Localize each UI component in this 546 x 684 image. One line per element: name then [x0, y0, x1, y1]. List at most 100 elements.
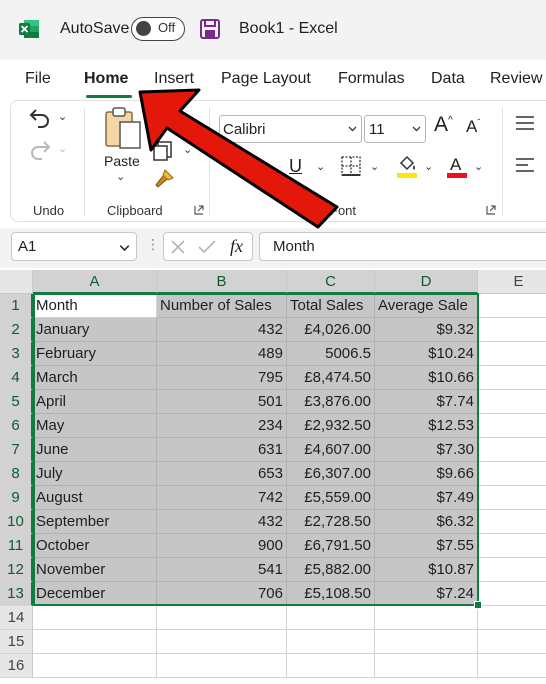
table-cell[interactable]: [157, 654, 287, 678]
tab-insert[interactable]: Insert: [154, 70, 194, 88]
copy-icon[interactable]: [153, 141, 173, 161]
format-painter-icon[interactable]: [153, 168, 175, 190]
redo-dropdown-chevron-icon[interactable]: ⌄: [58, 142, 67, 155]
table-cell[interactable]: [287, 654, 375, 678]
table-cell[interactable]: [478, 486, 546, 510]
name-box[interactable]: A1: [11, 232, 137, 261]
table-cell[interactable]: [478, 582, 546, 606]
tab-page-layout[interactable]: Page Layout: [221, 70, 311, 88]
table-cell[interactable]: [33, 606, 157, 630]
table-cell[interactable]: 501: [157, 390, 287, 414]
table-cell[interactable]: $7.55: [375, 534, 478, 558]
table-cell[interactable]: $9.32: [375, 318, 478, 342]
fill-handle[interactable]: [474, 601, 482, 609]
paste-label[interactable]: Paste: [104, 153, 140, 169]
row-header[interactable]: 11: [0, 534, 33, 558]
table-cell[interactable]: $10.24: [375, 342, 478, 366]
table-cell[interactable]: [478, 342, 546, 366]
table-cell[interactable]: 489: [157, 342, 287, 366]
italic-icon[interactable]: I: [257, 157, 262, 178]
row-header[interactable]: 10: [0, 510, 33, 534]
row-header[interactable]: 5: [0, 390, 33, 414]
insert-function-icon[interactable]: fx: [230, 236, 243, 257]
enter-check-icon[interactable]: [198, 239, 216, 255]
table-cell[interactable]: [478, 438, 546, 462]
table-cell[interactable]: [375, 654, 478, 678]
table-cell[interactable]: 5006.5: [287, 342, 375, 366]
tab-formulas[interactable]: Formulas: [338, 70, 405, 88]
table-cell[interactable]: [157, 606, 287, 630]
table-cell[interactable]: $7.49: [375, 486, 478, 510]
table-cell[interactable]: $7.74: [375, 390, 478, 414]
borders-icon[interactable]: [340, 155, 362, 177]
save-icon[interactable]: [199, 18, 221, 40]
table-cell[interactable]: [478, 414, 546, 438]
header-cell[interactable]: Average Sale: [375, 294, 478, 318]
table-cell[interactable]: [478, 390, 546, 414]
table-cell[interactable]: $12.53: [375, 414, 478, 438]
table-cell[interactable]: August: [33, 486, 157, 510]
table-cell[interactable]: £2,932.50: [287, 414, 375, 438]
align-top-icon[interactable]: [514, 114, 536, 132]
row-header[interactable]: 2: [0, 318, 33, 342]
table-cell[interactable]: £5,882.00: [287, 558, 375, 582]
table-cell[interactable]: [478, 630, 546, 654]
row-header[interactable]: 1: [0, 294, 33, 318]
row-header[interactable]: 13: [0, 582, 33, 606]
table-cell[interactable]: [478, 606, 546, 630]
tab-file[interactable]: File: [25, 70, 51, 88]
table-cell[interactable]: £6,791.50: [287, 534, 375, 558]
increase-font-size-icon[interactable]: A^: [434, 113, 453, 137]
formula-bar-grip-icon[interactable]: ⋮: [146, 236, 160, 253]
table-cell[interactable]: 631: [157, 438, 287, 462]
table-cell[interactable]: $7.30: [375, 438, 478, 462]
table-cell[interactable]: $7.24: [375, 582, 478, 606]
table-cell[interactable]: [375, 606, 478, 630]
header-cell[interactable]: Number of Sales: [157, 294, 287, 318]
undo-dropdown-chevron-icon[interactable]: ⌄: [58, 110, 67, 123]
table-cell[interactable]: £4,607.00: [287, 438, 375, 462]
column-header-e[interactable]: E: [478, 270, 546, 294]
table-cell[interactable]: January: [33, 318, 157, 342]
column-header-b[interactable]: B: [157, 270, 287, 294]
clipboard-dialog-launcher-icon[interactable]: [194, 205, 204, 215]
table-cell[interactable]: [478, 294, 546, 318]
table-cell[interactable]: 795: [157, 366, 287, 390]
row-header[interactable]: 14: [0, 606, 33, 630]
table-cell[interactable]: October: [33, 534, 157, 558]
column-header-a[interactable]: A: [33, 270, 157, 294]
table-cell[interactable]: [33, 630, 157, 654]
font-size-select[interactable]: 11: [364, 115, 426, 143]
table-cell[interactable]: 234: [157, 414, 287, 438]
table-cell[interactable]: 653: [157, 462, 287, 486]
table-cell[interactable]: December: [33, 582, 157, 606]
undo-icon[interactable]: [28, 106, 52, 128]
font-dialog-launcher-icon[interactable]: [486, 205, 496, 215]
row-header[interactable]: 6: [0, 414, 33, 438]
table-cell[interactable]: [478, 654, 546, 678]
underline-icon[interactable]: U: [289, 156, 302, 177]
table-cell[interactable]: £6,307.00: [287, 462, 375, 486]
header-cell[interactable]: Month: [33, 294, 157, 318]
table-cell[interactable]: June: [33, 438, 157, 462]
table-cell[interactable]: September: [33, 510, 157, 534]
fill-color-icon[interactable]: [396, 153, 418, 179]
tab-data[interactable]: Data: [431, 70, 465, 88]
table-cell[interactable]: 900: [157, 534, 287, 558]
table-cell[interactable]: [478, 558, 546, 582]
paste-dropdown-chevron-icon[interactable]: ⌄: [116, 170, 125, 183]
row-header[interactable]: 16: [0, 654, 33, 678]
decrease-font-size-icon[interactable]: Aˇ: [466, 117, 480, 137]
font-name-select[interactable]: Calibri: [219, 115, 362, 143]
table-cell[interactable]: $9.66: [375, 462, 478, 486]
row-header[interactable]: 9: [0, 486, 33, 510]
copy-dropdown-chevron-icon[interactable]: ⌄: [183, 143, 192, 156]
tab-review[interactable]: Review: [490, 70, 542, 88]
row-header[interactable]: 3: [0, 342, 33, 366]
table-cell[interactable]: £5,108.50: [287, 582, 375, 606]
table-cell[interactable]: £3,876.00: [287, 390, 375, 414]
autosave-toggle[interactable]: Off: [131, 17, 185, 41]
column-header-d[interactable]: D: [375, 270, 478, 294]
table-cell[interactable]: [287, 606, 375, 630]
table-cell[interactable]: 541: [157, 558, 287, 582]
